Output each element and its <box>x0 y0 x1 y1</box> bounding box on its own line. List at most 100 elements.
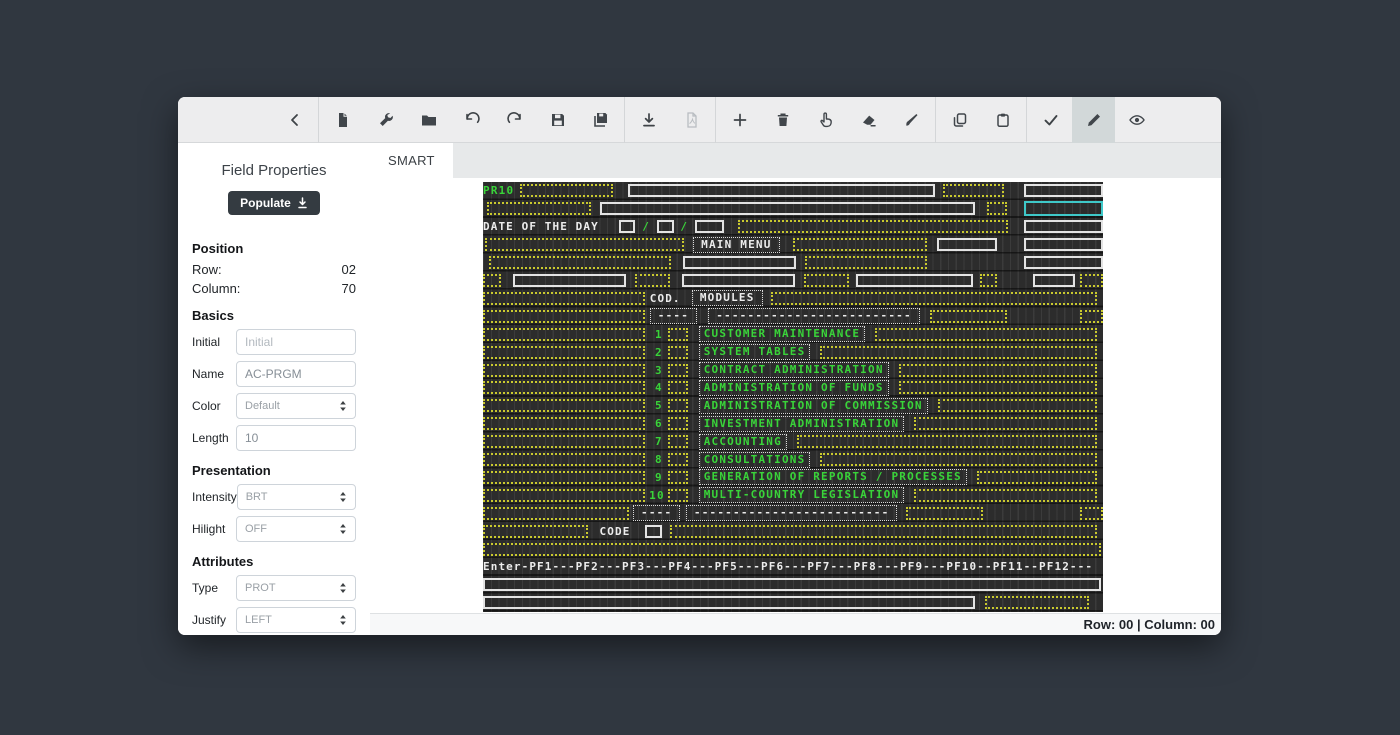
name-field[interactable] <box>236 361 356 387</box>
input-field-box[interactable] <box>657 220 674 233</box>
paste-button[interactable] <box>981 97 1024 143</box>
field-outline[interactable] <box>483 292 645 305</box>
input-field-box[interactable] <box>628 184 935 197</box>
field-outline[interactable] <box>977 471 1097 484</box>
menu-item-field[interactable]: SYSTEM TABLES <box>699 344 811 360</box>
field-outline[interactable] <box>985 596 1089 609</box>
field-outline[interactable] <box>487 202 591 215</box>
field-outline[interactable] <box>1080 310 1103 323</box>
input-field-box[interactable] <box>600 202 975 215</box>
field-outline[interactable] <box>483 543 1101 556</box>
screen-literal[interactable]: 8 <box>649 453 663 466</box>
field-outline[interactable] <box>485 238 685 251</box>
menu-item-field[interactable]: INVESTMENT ADMINISTRATION <box>699 416 905 432</box>
field-outline[interactable] <box>820 346 1096 359</box>
preview-button[interactable] <box>1115 97 1158 143</box>
field-outline[interactable] <box>805 256 927 269</box>
field-outline[interactable] <box>483 471 645 484</box>
field-outline[interactable] <box>797 435 1097 448</box>
field-outline[interactable] <box>668 489 688 502</box>
menu-item-field[interactable]: CUSTOMER MAINTENANCE <box>699 326 865 342</box>
field-outline[interactable] <box>1080 274 1103 287</box>
type-select[interactable]: PROT <box>236 575 356 601</box>
screen-literal[interactable]: 5 <box>649 399 663 412</box>
input-field-box[interactable] <box>1024 256 1103 269</box>
screen-literal[interactable]: / <box>642 220 650 233</box>
field-outline[interactable] <box>483 274 501 287</box>
copy-button[interactable] <box>938 97 981 143</box>
screen-literal[interactable]: / <box>680 220 688 233</box>
field-outline[interactable] <box>483 381 645 394</box>
screen-literal[interactable]: PR10 <box>483 184 514 197</box>
screen-literal[interactable]: 4 <box>649 381 663 394</box>
back-button[interactable] <box>273 97 316 143</box>
export-pdf-button[interactable] <box>670 97 713 143</box>
screen-literal[interactable]: 7 <box>649 435 663 448</box>
populate-button[interactable]: Populate <box>228 191 320 215</box>
field-outline[interactable] <box>899 381 1097 394</box>
input-field-box[interactable] <box>645 525 662 538</box>
terminal-screen[interactable]: PR10DATE OF THE DAY//MAIN MENUCOD.MODULE… <box>483 182 1103 612</box>
field-outline[interactable] <box>914 417 1097 430</box>
field-outline[interactable] <box>938 399 1097 412</box>
field-outline[interactable] <box>771 292 1097 305</box>
menu-item-field[interactable]: ADMINISTRATION OF COMMISSION <box>699 398 928 414</box>
field-outline[interactable] <box>899 364 1097 377</box>
label-field-box[interactable]: MAIN MENU <box>693 237 779 253</box>
screen-label[interactable]: CODE <box>600 525 631 538</box>
screen-literal[interactable]: 9 <box>649 471 663 484</box>
screen-label[interactable]: COD. <box>650 292 681 305</box>
field-outline[interactable] <box>906 507 984 520</box>
field-outline[interactable] <box>483 417 645 430</box>
field-outline[interactable] <box>635 274 669 287</box>
field-outline[interactable] <box>914 489 1097 502</box>
menu-item-field[interactable]: MULTI-COUNTRY LEGISLATION <box>699 487 905 503</box>
redo-button[interactable] <box>493 97 536 143</box>
field-outline[interactable] <box>668 453 688 466</box>
field-outline[interactable] <box>943 184 1004 197</box>
field-outline[interactable] <box>804 274 849 287</box>
screen-literal[interactable]: 1 <box>649 328 663 341</box>
field-outline[interactable] <box>668 364 688 377</box>
label-field-box[interactable]: ---- <box>633 505 680 521</box>
field-outline[interactable] <box>668 471 688 484</box>
field-outline[interactable] <box>875 328 1097 341</box>
input-field-box[interactable] <box>856 274 973 287</box>
tab-smart[interactable]: SMART <box>370 143 453 178</box>
menu-item-field[interactable]: ACCOUNTING <box>699 434 787 450</box>
field-outline[interactable] <box>483 364 645 377</box>
menu-item-field[interactable]: CONSULTATIONS <box>699 452 811 468</box>
field-outline[interactable] <box>930 310 1008 323</box>
paint-mode-button[interactable] <box>890 97 933 143</box>
label-field-box[interactable]: MODULES <box>692 290 763 306</box>
hilight-select[interactable]: OFF <box>236 516 356 542</box>
length-field[interactable] <box>236 425 356 451</box>
input-field-box[interactable] <box>695 220 724 233</box>
field-outline[interactable] <box>668 417 688 430</box>
undo-button[interactable] <box>450 97 493 143</box>
menu-item-field[interactable]: ADMINISTRATION OF FUNDS <box>699 380 889 396</box>
field-outline[interactable] <box>483 453 645 466</box>
field-outline[interactable] <box>483 525 588 538</box>
field-outline[interactable] <box>738 220 1008 233</box>
open-button[interactable] <box>407 97 450 143</box>
screen-label[interactable]: Enter-PF1---PF2---PF3---PF4---PF5---PF6-… <box>483 560 1103 573</box>
field-outline[interactable] <box>483 435 645 448</box>
screen-literal[interactable]: 3 <box>649 364 663 377</box>
field-outline[interactable] <box>793 238 927 251</box>
intensity-select[interactable]: BRT <box>237 484 356 510</box>
screen-literal[interactable]: 10 <box>649 489 663 502</box>
menu-item-field[interactable]: GENERATION OF REPORTS / PROCESSES <box>699 469 967 485</box>
input-field-box[interactable] <box>682 274 795 287</box>
input-field-box[interactable] <box>619 220 636 233</box>
input-field-box[interactable] <box>513 274 626 287</box>
field-outline[interactable] <box>483 346 645 359</box>
validate-button[interactable] <box>1029 97 1072 143</box>
justify-select[interactable]: LEFT <box>236 607 356 633</box>
input-field-box[interactable] <box>483 578 1101 591</box>
color-select[interactable]: Default <box>236 393 356 419</box>
field-outline[interactable] <box>668 328 688 341</box>
input-field-box[interactable] <box>1024 238 1103 251</box>
field-outline[interactable] <box>483 310 645 323</box>
screen-literal[interactable]: 2 <box>649 346 663 359</box>
